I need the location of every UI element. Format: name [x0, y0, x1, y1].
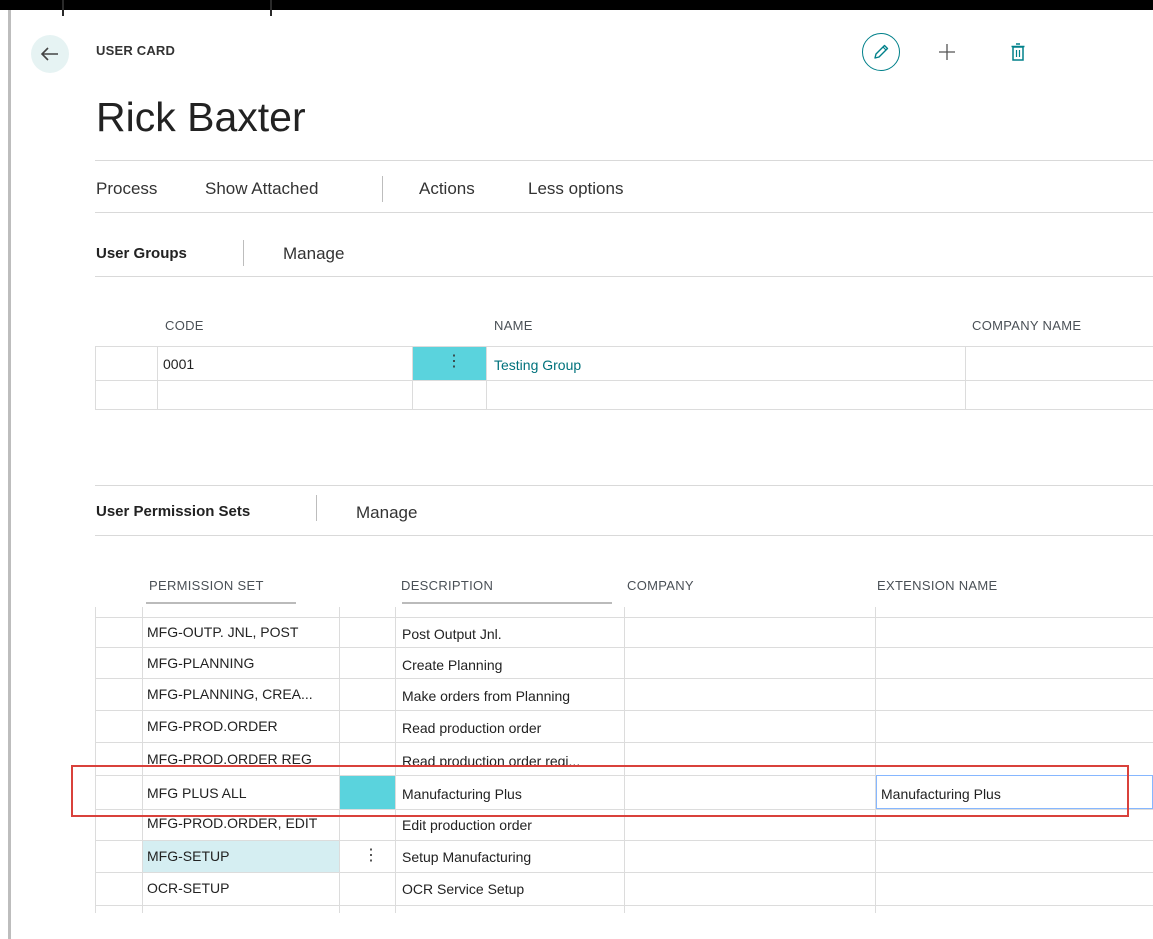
permission-set-cell[interactable]: MFG-SETUP — [147, 848, 337, 864]
permission-set-cell[interactable]: MFG-PROD.ORDER REG — [147, 751, 337, 765]
show-attached-menu[interactable]: Show Attached — [205, 179, 318, 199]
process-menu[interactable]: Process — [96, 179, 157, 199]
user-groups-manage-button[interactable]: Manage — [283, 244, 344, 264]
permission-sets-title[interactable]: User Permission Sets — [96, 503, 250, 520]
permission-set-cell[interactable]: MFG-OUTP. JNL, POST — [147, 624, 337, 640]
divider — [95, 535, 1153, 536]
grid-line — [95, 710, 1153, 711]
grid-line — [95, 617, 1153, 618]
description-cell[interactable]: Manufacturing Plus — [402, 786, 622, 802]
grid-line — [965, 346, 966, 409]
permission-set-cell[interactable]: MFG-PROD.ORDER, EDIT — [147, 816, 337, 831]
page-title: Rick Baxter — [96, 94, 306, 140]
row-action-cell[interactable] — [340, 776, 395, 809]
partial-scrolled-row — [96, 600, 1153, 607]
plus-icon — [939, 44, 955, 60]
grid-line — [95, 647, 1153, 648]
delete-button[interactable] — [1004, 38, 1032, 66]
permission-set-cell[interactable]: MFG-PLANNING, CREA... — [147, 686, 337, 702]
permission-set-cell[interactable]: OCR-SETUP — [147, 880, 337, 896]
permission-sets-manage-button[interactable]: Manage — [356, 503, 417, 523]
left-panel-edge — [8, 10, 11, 939]
grid-line — [95, 742, 1153, 743]
grid-line — [624, 607, 625, 913]
column-header-permission-set[interactable]: PERMISSION SET — [149, 578, 264, 593]
actions-menu[interactable]: Actions — [419, 179, 475, 199]
description-cell[interactable]: Create Planning — [402, 657, 622, 673]
section-separator — [316, 495, 317, 521]
column-header-description[interactable]: DESCRIPTION — [401, 578, 493, 593]
back-button[interactable] — [31, 35, 69, 73]
grid-line — [875, 607, 876, 913]
grid-line — [95, 607, 96, 913]
row-menu-icon[interactable]: ⋮ — [446, 354, 462, 370]
top-bar-divider — [62, 0, 64, 16]
permission-set-cell[interactable]: MFG-PROD.ORDER — [147, 718, 337, 734]
column-header-company-name[interactable]: COMPANY NAME — [972, 318, 1081, 333]
pencil-icon — [874, 44, 889, 59]
column-header-company[interactable]: COMPANY — [627, 578, 694, 593]
grid-line — [95, 809, 1153, 810]
edit-button[interactable] — [862, 33, 900, 71]
grid-line — [95, 409, 1153, 410]
grid-line — [395, 607, 396, 913]
group-name-link[interactable]: Testing Group — [494, 357, 581, 373]
card-type-label: USER CARD — [96, 43, 176, 58]
divider — [95, 276, 1153, 277]
grid-line — [157, 346, 158, 409]
grid-line — [95, 678, 1153, 679]
column-header-name[interactable]: NAME — [494, 318, 533, 333]
description-cell[interactable]: Read production order — [402, 720, 622, 736]
grid-line — [95, 346, 96, 409]
grid-line — [95, 346, 1153, 347]
trash-icon — [1011, 43, 1025, 61]
description-cell[interactable]: Read production order regi... — [402, 753, 622, 765]
divider — [95, 160, 1153, 161]
user-groups-title[interactable]: User Groups — [96, 245, 187, 262]
grid-line — [486, 346, 487, 409]
top-bar-divider — [270, 0, 272, 16]
divider — [95, 212, 1153, 213]
column-header-extension-name[interactable]: EXTENSION NAME — [877, 578, 998, 593]
row-menu-icon[interactable]: ⋮ — [363, 848, 379, 864]
action-separator — [382, 176, 383, 202]
column-header-code[interactable]: CODE — [165, 318, 204, 333]
grid-line — [95, 905, 1153, 906]
grid-line — [339, 607, 340, 913]
permission-set-cell[interactable]: MFG-PLANNING — [147, 655, 337, 671]
description-cell[interactable]: Post Output Jnl. — [402, 626, 622, 642]
description-cell[interactable]: Setup Manufacturing — [402, 849, 622, 865]
description-cell[interactable]: Make orders from Planning — [402, 688, 622, 704]
add-button[interactable] — [933, 38, 961, 66]
description-cell[interactable]: OCR Service Setup — [402, 881, 622, 897]
permission-set-text: MFG-PROD.ORDER, EDIT — [147, 815, 318, 831]
group-code-cell[interactable]: 0001 — [163, 356, 194, 372]
grid-line — [95, 380, 1153, 381]
less-options-button[interactable]: Less options — [528, 179, 623, 199]
back-arrow-icon — [41, 47, 58, 61]
extension-name-cell[interactable]: Manufacturing Plus — [881, 786, 1131, 802]
description-cell[interactable]: Edit production order — [402, 817, 622, 833]
top-window-bar — [0, 0, 1153, 10]
grid-line — [95, 872, 1153, 873]
divider — [95, 485, 1153, 486]
permission-set-cell[interactable]: MFG PLUS ALL — [147, 785, 337, 801]
section-separator — [243, 240, 244, 266]
